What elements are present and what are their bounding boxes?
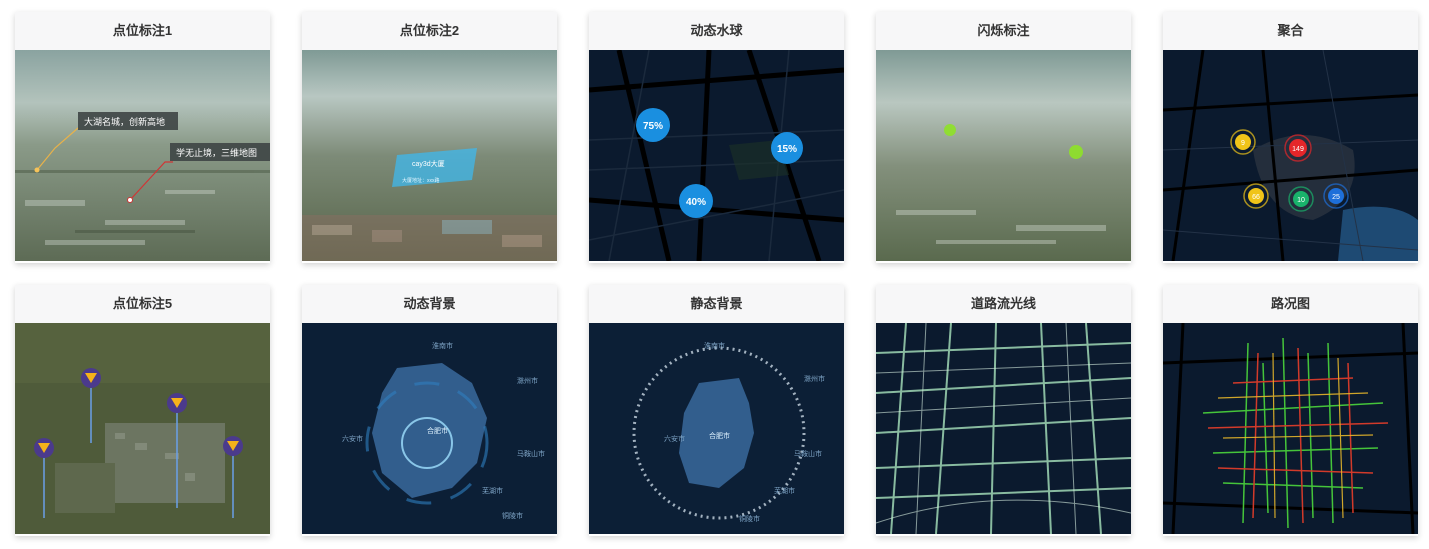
svg-text:马鞍山市: 马鞍山市 <box>794 449 822 458</box>
thumbnail-point-label-1: 大湖名城，创新高地 学无止境，三维地图 <box>15 50 270 261</box>
thumbnail-blink-marker <box>876 50 1131 261</box>
water-ball-label: 40% <box>686 197 706 208</box>
svg-text:淮南市: 淮南市 <box>704 341 725 350</box>
svg-text:滁州市: 滁州市 <box>517 376 538 385</box>
card-static-background[interactable]: 静态背景 淮南市 滁州市 合肥市 六安市 马鞍山市 芜湖市 铜陵市 <box>589 285 844 536</box>
card-title: 动态水球 <box>589 12 844 50</box>
card-road-flow-lines[interactable]: 道路流光线 <box>876 285 1131 536</box>
svg-text:淮南市: 淮南市 <box>432 341 453 350</box>
svg-text:马鞍山市: 马鞍山市 <box>517 449 545 458</box>
annotation-text: 学无止境，三维地图 <box>176 147 257 158</box>
card-cluster[interactable]: 聚合 9 149 66 10 25 <box>1163 12 1418 263</box>
thumbnail-static-background: 淮南市 滁州市 合肥市 六安市 马鞍山市 芜湖市 铜陵市 <box>589 323 844 534</box>
card-water-ball[interactable]: 动态水球 75% 15% 40% <box>589 12 844 263</box>
card-dynamic-background[interactable]: 动态背景 淮南市 滁州市 合肥市 六安市 马鞍山市 芜湖市 铜陵市 <box>302 285 557 536</box>
thumbnail-road-flow-lines <box>876 323 1131 534</box>
card-title: 动态背景 <box>302 285 557 323</box>
thumbnail-cluster: 9 149 66 10 25 <box>1163 50 1418 261</box>
svg-text:10: 10 <box>1297 197 1305 204</box>
card-title: 闪烁标注 <box>876 12 1131 50</box>
card-title: 静态背景 <box>589 285 844 323</box>
water-ball-label: 15% <box>777 144 797 155</box>
svg-text:合肥市: 合肥市 <box>709 431 730 440</box>
svg-text:铜陵市: 铜陵市 <box>739 514 760 523</box>
svg-text:滁州市: 滁州市 <box>804 374 825 383</box>
building-address: 大厦地址：xxx路 <box>402 177 440 184</box>
svg-text:六安市: 六安市 <box>342 434 363 443</box>
card-traffic-map[interactable]: 路况图 <box>1163 285 1418 536</box>
svg-text:芜湖市: 芜湖市 <box>774 486 795 495</box>
card-point-label-2[interactable]: 点位标注2 cay3d大厦 大厦地址：xxx路 <box>302 12 557 263</box>
blink-marker <box>1069 145 1083 159</box>
building-name: cay3d大厦 <box>412 159 445 168</box>
thumbnail-point-label-5 <box>15 323 270 534</box>
svg-text:六安市: 六安市 <box>664 434 685 443</box>
card-title: 聚合 <box>1163 12 1418 50</box>
thumbnail-traffic-map <box>1163 323 1418 534</box>
svg-text:149: 149 <box>1292 146 1304 153</box>
card-title: 道路流光线 <box>876 285 1131 323</box>
svg-text:芜湖市: 芜湖市 <box>482 486 503 495</box>
card-point-label-5[interactable]: 点位标注5 <box>15 285 270 536</box>
card-title: 点位标注2 <box>302 12 557 50</box>
annotation-text: 大湖名城，创新高地 <box>84 116 165 127</box>
card-title: 路况图 <box>1163 285 1418 323</box>
svg-text:66: 66 <box>1252 194 1260 201</box>
thumbnail-point-label-2: cay3d大厦 大厦地址：xxx路 <box>302 50 557 261</box>
card-title: 点位标注5 <box>15 285 270 323</box>
blink-marker <box>944 124 956 136</box>
svg-text:9: 9 <box>1241 140 1245 147</box>
card-title: 点位标注1 <box>15 12 270 50</box>
card-blink-marker[interactable]: 闪烁标注 <box>876 12 1131 263</box>
water-ball-label: 75% <box>643 121 663 132</box>
thumbnail-water-ball: 75% 15% 40% <box>589 50 844 261</box>
svg-text:铜陵市: 铜陵市 <box>502 511 523 520</box>
svg-text:合肥市: 合肥市 <box>427 426 448 435</box>
card-point-label-1[interactable]: 点位标注1 大湖名城，创新高地 学无止境，三维地图 <box>15 12 270 263</box>
thumbnail-dynamic-background: 淮南市 滁州市 合肥市 六安市 马鞍山市 芜湖市 铜陵市 <box>302 323 557 534</box>
demo-gallery: 点位标注1 大湖名城，创新高地 学无止境，三维地图 点位标注2 cay3d大厦 … <box>0 0 1429 549</box>
svg-text:25: 25 <box>1332 194 1340 201</box>
